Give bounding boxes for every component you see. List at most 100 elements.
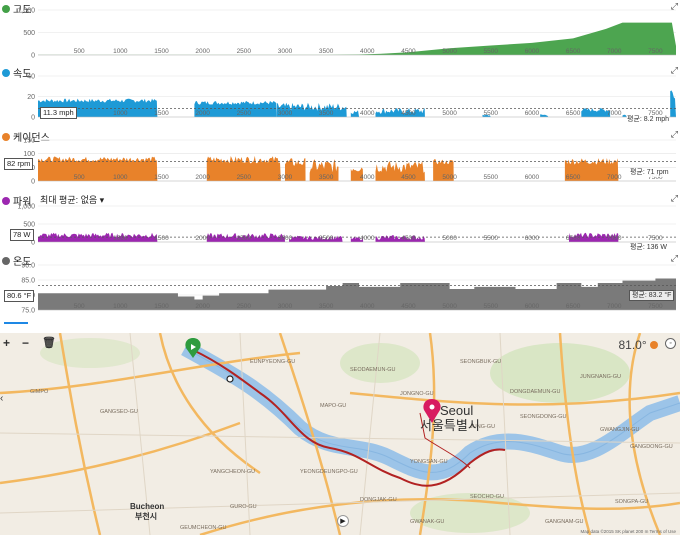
x-tick-label: 3000 bbox=[278, 174, 293, 181]
x-tick-label: 1500 bbox=[154, 110, 169, 117]
x-tick-label: 1500 bbox=[154, 303, 169, 310]
power-chart[interactable]: 1,000 5000 1000 1500 2000 2500 3000 3500 4000 450… bbox=[0, 192, 680, 252]
x-tick-label: 5000 bbox=[442, 174, 457, 181]
x-tick-label: 500 bbox=[74, 174, 85, 181]
y-tick-label: 75.0 bbox=[21, 308, 35, 315]
svg-text:GIMPO: GIMPO bbox=[30, 389, 49, 395]
elevation-panel: 고도 ⤢ 1,000 500 0 500 1000 1500 2000 2500 3000 350… bbox=[0, 0, 680, 64]
x-tick-label: 2000 bbox=[195, 48, 210, 55]
y-tick-label: 500 bbox=[23, 222, 35, 229]
x-tick-label: 3500 bbox=[319, 235, 334, 242]
city-label-en: Seoul bbox=[440, 403, 473, 418]
elevation-chart[interactable]: 1,0005000500 1000 1500 2000 2500 3000 3500 4000… bbox=[0, 0, 680, 64]
speed-segment bbox=[540, 114, 549, 117]
power-callout: 78 W bbox=[10, 229, 34, 241]
x-tick-label: 7500 bbox=[648, 235, 663, 242]
x-tick-label: 3500 bbox=[319, 48, 334, 55]
svg-text:YANGCHEON-GU: YANGCHEON-GU bbox=[210, 469, 255, 475]
y-tick-label: 500 bbox=[23, 30, 35, 37]
svg-text:GANGDONG-GU: GANGDONG-GU bbox=[630, 444, 673, 450]
trash-icon[interactable]: 🗑 bbox=[42, 336, 56, 349]
x-tick-label: 4500 bbox=[401, 174, 416, 181]
speed-average: 평균: 8.2 mph bbox=[627, 115, 670, 124]
map-left-arrow-icon[interactable]: ‹ bbox=[0, 393, 3, 404]
y-tick-label: 20 bbox=[27, 94, 35, 101]
x-tick-label: 2000 bbox=[195, 235, 210, 242]
x-tick-label: 4000 bbox=[360, 48, 375, 55]
temperature-chart[interactable]: 90.085.080.075.0500100015002000250030003… bbox=[0, 252, 680, 320]
power-panel: 파워 ⤢ 최대 평균: 없음 ▾ 1,000 500 0 1000 1500 2000 25… bbox=[0, 192, 680, 252]
y-tick-label: 150 bbox=[23, 138, 35, 145]
power-segment bbox=[289, 235, 343, 242]
cadence-panel: 케이던스 ⤢ 150100500500100015002000250030003… bbox=[0, 128, 680, 192]
speed-segment bbox=[670, 90, 676, 117]
x-tick-label: 3500 bbox=[319, 303, 334, 310]
x-tick-label: 3000 bbox=[278, 48, 293, 55]
y-tick-label: 85.0 bbox=[21, 278, 35, 285]
x-tick-label: 4500 bbox=[401, 235, 416, 242]
x-tick-label: 3500 bbox=[319, 174, 334, 181]
x-tick-label: 6000 bbox=[525, 48, 540, 55]
cadence-chart[interactable]: 1501005005001000150020002500300035004000… bbox=[0, 128, 680, 192]
x-tick-label: 5500 bbox=[484, 110, 499, 117]
x-tick-label: 1000 bbox=[113, 235, 128, 242]
layers-icon[interactable]: ◦ bbox=[665, 338, 676, 349]
svg-text:GWANGJIN-GU: GWANGJIN-GU bbox=[600, 427, 640, 433]
y-tick-label: 40 bbox=[27, 74, 35, 81]
x-tick-label: 4000 bbox=[360, 235, 375, 242]
x-tick-label: 4000 bbox=[360, 174, 375, 181]
cadence-segment bbox=[375, 160, 425, 181]
temperature-average: 평균: 83.2 °F bbox=[629, 290, 675, 301]
x-tick-label: 4500 bbox=[401, 303, 416, 310]
svg-text:GWANAK-GU: GWANAK-GU bbox=[410, 519, 444, 525]
x-tick-label: 7000 bbox=[607, 110, 622, 117]
map-canvas[interactable]: SEODAEMUN-GU MAPO-GU YONGSAN-GU JUNG-GU … bbox=[0, 333, 680, 535]
cadence-segment bbox=[38, 156, 158, 181]
x-tick-label: 7500 bbox=[648, 48, 663, 55]
play-button[interactable]: ▶ bbox=[337, 515, 349, 527]
cadence-average: 평균: 71 rpm bbox=[630, 168, 669, 177]
svg-text:부천시: 부천시 bbox=[135, 511, 157, 521]
x-tick-label: 6000 bbox=[525, 235, 540, 242]
svg-text:EUNPYEONG-GU: EUNPYEONG-GU bbox=[250, 359, 295, 365]
power-segment bbox=[375, 235, 425, 242]
x-tick-label: 7000 bbox=[607, 174, 622, 181]
zoom-out-button[interactable]: − bbox=[22, 336, 29, 350]
speed-chart[interactable]: 40 20 0 1000 1500 2000 2500 3000 3500 4000 4500 500… bbox=[0, 64, 680, 128]
x-tick-label: 5500 bbox=[484, 48, 499, 55]
x-tick-label: 3500 bbox=[319, 110, 334, 117]
svg-text:GANGNAM-GU: GANGNAM-GU bbox=[545, 519, 584, 525]
map-attribution: Map data ©2015 SK planet 200 m Terms of … bbox=[580, 529, 676, 534]
x-tick-label: 6500 bbox=[566, 48, 581, 55]
x-tick-label: 3000 bbox=[278, 110, 293, 117]
sun-icon bbox=[650, 341, 658, 349]
x-tick-label: 6500 bbox=[566, 235, 581, 242]
x-tick-label: 1500 bbox=[154, 48, 169, 55]
x-tick-label: 1500 bbox=[154, 235, 169, 242]
svg-text:DONGJAK-GU: DONGJAK-GU bbox=[360, 497, 397, 503]
x-tick-label: 6000 bbox=[525, 110, 540, 117]
speed-segment bbox=[622, 114, 627, 117]
y-tick-label: 0 bbox=[31, 115, 35, 122]
y-tick-label: 1,000 bbox=[17, 204, 35, 211]
x-tick-label: 2500 bbox=[237, 48, 252, 55]
svg-text:SEONGDONG-GU: SEONGDONG-GU bbox=[520, 414, 566, 420]
map-temperature: 81.0° bbox=[619, 338, 658, 352]
svg-text:MAPO-GU: MAPO-GU bbox=[320, 403, 346, 409]
x-tick-label: 6000 bbox=[525, 303, 540, 310]
x-tick-label: 2500 bbox=[237, 235, 252, 242]
svg-text:YONGSAN-GU: YONGSAN-GU bbox=[410, 459, 448, 465]
x-tick-label: 1000 bbox=[113, 303, 128, 310]
x-tick-label: 5000 bbox=[442, 48, 457, 55]
x-tick-label: 7000 bbox=[607, 303, 622, 310]
x-tick-label: 5500 bbox=[484, 174, 499, 181]
route-map[interactable]: SEODAEMUN-GU MAPO-GU YONGSAN-GU JUNG-GU … bbox=[0, 333, 680, 535]
svg-text:YEONGDEUNGPO-GU: YEONGDEUNGPO-GU bbox=[300, 469, 358, 475]
y-tick-label: 1,000 bbox=[17, 8, 35, 15]
x-tick-label: 6500 bbox=[566, 174, 581, 181]
cadence-callout: 82 rpm bbox=[4, 158, 34, 170]
x-tick-label: 4000 bbox=[360, 303, 375, 310]
x-tick-label: 5500 bbox=[484, 303, 499, 310]
svg-text:SEOCHO-GU: SEOCHO-GU bbox=[470, 494, 504, 500]
zoom-in-button[interactable]: + bbox=[3, 336, 10, 350]
